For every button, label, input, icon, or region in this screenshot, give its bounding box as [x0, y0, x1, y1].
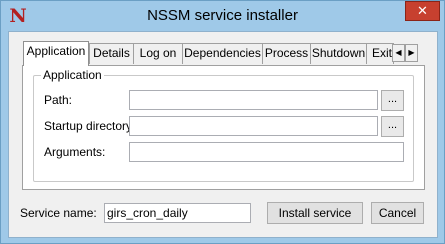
path-label: Path:: [44, 93, 73, 107]
tab-process[interactable]: Process: [262, 43, 311, 64]
window-title: NSSM service installer: [147, 7, 298, 24]
tab-dependencies[interactable]: Dependencies: [182, 43, 263, 64]
install-service-button[interactable]: Install service: [267, 202, 363, 224]
tab-shutdown[interactable]: Shutdown: [310, 43, 367, 64]
path-browse-button[interactable]: ...: [381, 90, 404, 111]
tab-panel-application: Application Path: ... Startup directory:…: [22, 65, 425, 190]
nssm-window: N NSSM service installer ✕ Details Log o…: [0, 0, 445, 244]
tab-log-on[interactable]: Log on: [133, 43, 183, 64]
service-name-label: Service name:: [20, 206, 97, 220]
arguments-label: Arguments:: [44, 145, 106, 159]
arguments-field[interactable]: [129, 142, 404, 162]
tab-scroll-right-icon[interactable]: ▶: [405, 44, 418, 62]
tab-exit[interactable]: Exit: [366, 43, 394, 64]
tab-scroll-left-icon[interactable]: ◀: [392, 44, 405, 62]
tab-details[interactable]: Details: [89, 43, 134, 64]
startup-directory-browse-button[interactable]: ...: [381, 116, 404, 137]
startup-directory-field[interactable]: [129, 116, 378, 136]
cancel-button[interactable]: Cancel: [371, 202, 424, 224]
group-title: Application: [41, 68, 104, 82]
service-name-field[interactable]: [104, 203, 251, 223]
close-button[interactable]: ✕: [405, 1, 440, 21]
client-area: Details Log on Dependencies Process Shut…: [8, 31, 438, 238]
path-field[interactable]: [129, 90, 378, 110]
title-bar[interactable]: N NSSM service installer: [1, 1, 444, 31]
startup-directory-label: Startup directory:: [44, 119, 136, 133]
tab-application[interactable]: Application: [23, 41, 89, 66]
